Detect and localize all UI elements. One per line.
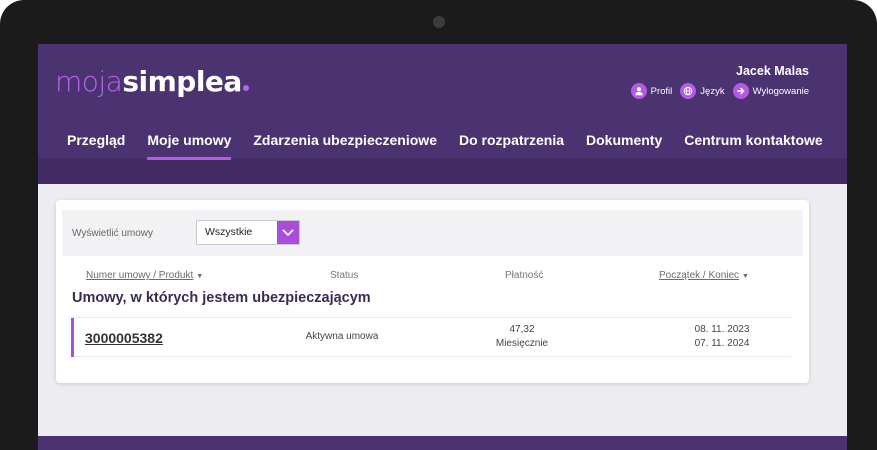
arrow-right-icon	[732, 83, 749, 99]
language-link[interactable]: Język	[680, 83, 725, 99]
policy-number-link[interactable]: 3000005382	[85, 330, 163, 346]
policies-card: Wyświetlić umowy Wszystkie Numer umowy /…	[56, 200, 809, 383]
user-name: Jacek Malas	[736, 64, 809, 78]
logo-dot	[242, 85, 249, 91]
header: mojasimplea Jacek Malas Profil Język Wyl…	[38, 44, 847, 184]
caret-down-icon: ▼	[196, 273, 204, 280]
dates-header-label: Początek / Koniec	[659, 270, 740, 281]
status-header: Status	[330, 270, 359, 281]
sort-dates-header[interactable]: Początek / Koniec ▼	[659, 270, 749, 281]
language-link-label: Język	[700, 85, 725, 97]
policy-status: Aktywna umowa	[305, 331, 379, 342]
filter-bar: Wyświetlić umowy Wszystkie	[62, 210, 803, 256]
profile-link-label: Profil	[650, 85, 673, 97]
header-band	[38, 158, 847, 184]
logo-part-2: simplea	[122, 65, 242, 98]
chevron-down-icon[interactable]	[277, 221, 299, 244]
filter-label: Wyświetlić umowy	[72, 228, 154, 239]
logo[interactable]: mojasimplea	[55, 64, 249, 100]
nav-item-overview[interactable]: Przegląd	[67, 130, 125, 160]
main-nav: Przegląd Moje umowy Zdarzenia ubezpiecze…	[67, 130, 845, 160]
policy-start-date: 08. 11. 2023	[694, 324, 750, 335]
nav-item-insurance-events[interactable]: Zdarzenia ubezpieczeniowe	[253, 130, 437, 160]
nav-item-pending[interactable]: Do rozpatrzenia	[459, 130, 564, 160]
payment-header: Płatność	[505, 270, 544, 281]
section-title: Umowy, w których jestem ubezpieczającym	[72, 290, 371, 306]
policy-filter-select[interactable]: Wszystkie	[196, 220, 300, 245]
row-accent-bar	[71, 318, 74, 357]
nav-item-documents[interactable]: Dokumenty	[586, 130, 662, 160]
app-screen: mojasimplea Jacek Malas Profil Język Wyl…	[38, 44, 847, 450]
logout-link-label: Wylogowanie	[752, 85, 809, 97]
footer-band	[38, 436, 847, 450]
policy-filter-value: Wszystkie	[205, 226, 253, 238]
logo-part-1: moja	[55, 65, 123, 98]
policy-end-date: 07. 11. 2024	[694, 338, 750, 349]
sort-number-header[interactable]: Numer umowy / Produkt ▼	[86, 270, 203, 281]
payment-amount: 47,32	[509, 324, 535, 335]
globe-icon	[680, 83, 697, 99]
camera-icon	[433, 16, 445, 28]
payment-frequency: Miesięcznie	[495, 338, 549, 349]
laptop-frame: mojasimplea Jacek Malas Profil Język Wyl…	[0, 0, 877, 450]
nav-item-contact-center[interactable]: Centrum kontaktowe	[684, 130, 822, 160]
user-icon	[630, 83, 647, 99]
nav-item-my-policies[interactable]: Moje umowy	[147, 130, 232, 160]
number-header-label: Numer umowy / Produkt	[86, 270, 194, 281]
user-links: Profil Język Wylogowanie	[630, 83, 809, 99]
logout-link[interactable]: Wylogowanie	[732, 83, 809, 99]
caret-down-icon: ▼	[742, 273, 749, 280]
table-row[interactable]: 3000005382 Aktywna umowa 47,32 Miesięczn…	[71, 317, 791, 357]
profile-link[interactable]: Profil	[630, 83, 673, 99]
